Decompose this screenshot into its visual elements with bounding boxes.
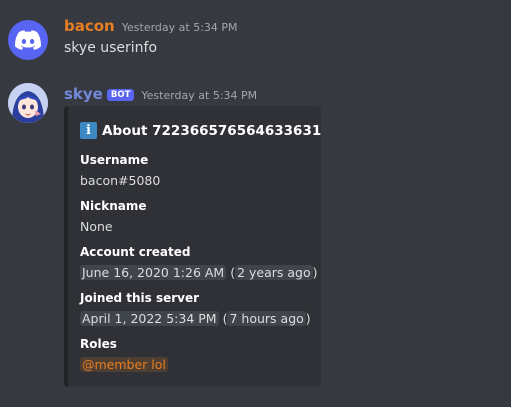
field-name: Roles (80, 337, 117, 351)
avatar[interactable] (8, 20, 48, 60)
field-value: April 1, 2022 5:34 PM (7 hours ago) (80, 311, 311, 326)
username[interactable]: skye (64, 85, 103, 103)
paren-close: ) (305, 311, 311, 326)
timestamp: Yesterday at 5:34 PM (121, 21, 238, 34)
field-name: Nickname (80, 199, 147, 213)
paren-close: ) (312, 265, 318, 280)
field-name: Username (80, 153, 149, 167)
message-header: skye BOT Yesterday at 5:34 PM (64, 85, 257, 103)
anime-avatar-icon (8, 83, 48, 123)
field-value: @member lol (80, 357, 168, 372)
field-value: bacon#5080 (80, 173, 161, 188)
avatar[interactable] (8, 83, 48, 123)
discord-logo-icon (15, 30, 41, 50)
field-name: Joined this server (80, 291, 200, 305)
userinfo-embed: i About 722366576564633631 Username baco… (64, 106, 321, 387)
field-nickname: Nickname None (80, 199, 147, 234)
field-value: None (80, 219, 113, 234)
field-value: June 16, 2020 1:26 AM (2 years ago) (80, 265, 318, 280)
timestamp-chip[interactable]: April 1, 2022 5:34 PM (80, 311, 219, 326)
timestamp-chip[interactable]: June 16, 2020 1:26 AM (80, 265, 227, 280)
timestamp: Yesterday at 5:34 PM (141, 89, 258, 102)
field-account-created: Account created June 16, 2020 1:26 AM (2… (80, 245, 318, 280)
field-name: Account created (80, 245, 191, 259)
embed-title-text: About 722366576564633631 (102, 122, 322, 139)
embed-title: i About 722366576564633631 (80, 122, 321, 139)
message-text: skye userinfo (64, 40, 158, 56)
username[interactable]: bacon (64, 17, 115, 35)
field-roles: Roles @member lol (80, 337, 168, 372)
role-mention[interactable]: @member lol (80, 357, 168, 372)
message-bacon: bacon Yesterday at 5:34 PM skye userinfo (0, 0, 511, 80)
field-joined-server: Joined this server April 1, 2022 5:34 PM… (80, 291, 311, 326)
relative-time-chip[interactable]: 2 years ago (235, 265, 313, 280)
relative-time-chip[interactable]: 7 hours ago (227, 311, 306, 326)
bot-tag: BOT (106, 89, 135, 101)
field-username: Username bacon#5080 (80, 153, 160, 188)
info-icon: i (80, 122, 97, 139)
message-header: bacon Yesterday at 5:34 PM (64, 17, 238, 35)
